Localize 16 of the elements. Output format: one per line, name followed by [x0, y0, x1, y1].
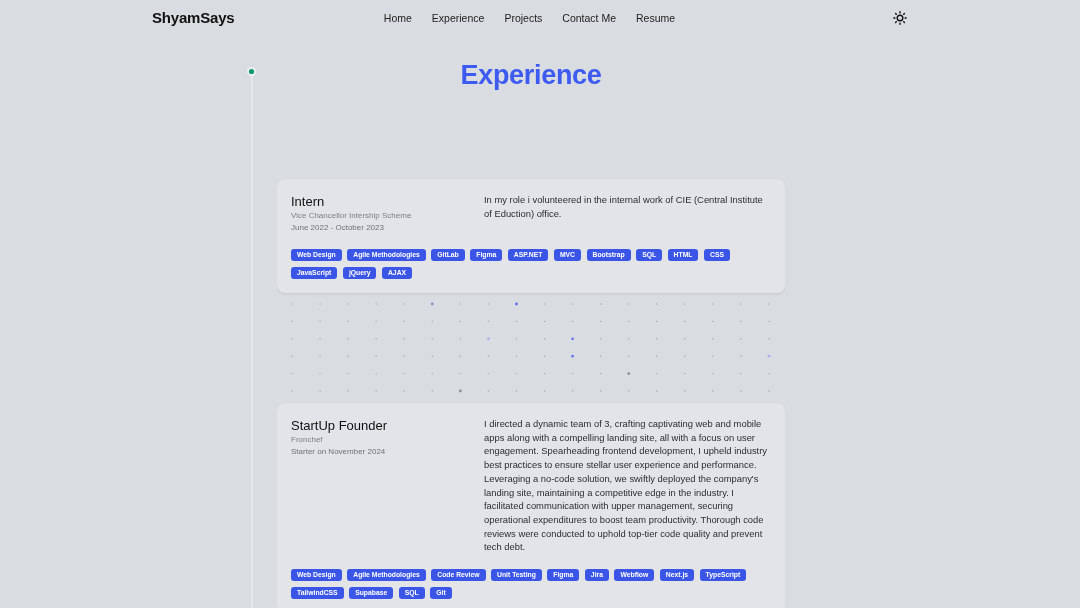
nav-link[interactable]: Projects: [504, 10, 543, 25]
site-logo[interactable]: ShyamSays: [152, 8, 235, 27]
job-description: In my role i volunteered in the internal work of CIE (Central Institute of Eduction) office.: [484, 193, 764, 221]
nav-link[interactable]: Resume: [636, 10, 676, 25]
job-title: StartUp Founder: [291, 418, 388, 434]
nav-link[interactable]: Home: [383, 10, 412, 25]
sun-icon[interactable]: [893, 10, 907, 25]
job-description: I directed a dynamic team of 3, crafting captivating web and mobile apps along with a compelling landing site, all with a focus on user engagement. Spearheading frontend development, I upheld industry best practices to ensure stellar user experience and performance. Leveraging a no-code solution, we swiftly deployed the company's landing site, maintaining a competitive edge in the industry. I facilitated communication with upper management, securing operational expenditures to boost team productivity. Thorough code reviews were conducted to uphold top-tier code quality and prevent tech debt.: [484, 417, 768, 555]
nav-link[interactable]: Experience: [431, 10, 485, 25]
company-name: Fronchef: [291, 434, 323, 446]
page-title: Experience: [459, 59, 603, 91]
date-range: Starter on November 2024: [291, 446, 386, 458]
date-range: June 2022 - October 2023: [291, 222, 384, 234]
nav-link[interactable]: Contact Me: [562, 10, 617, 25]
job-title: Intern: [291, 194, 325, 210]
company-name: Vice Chancellor Intership Scheme: [291, 210, 412, 222]
